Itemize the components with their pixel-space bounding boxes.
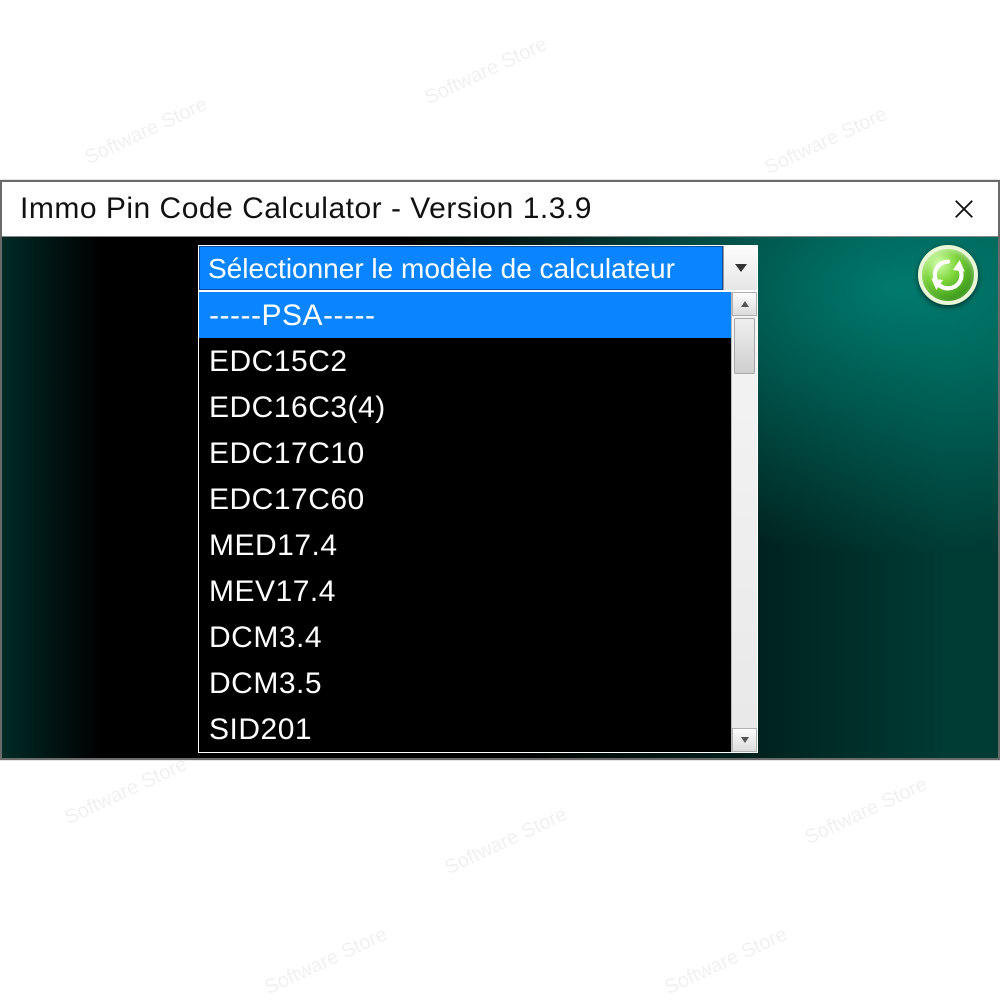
window-title: Immo Pin Code Calculator - Version 1.3.9: [20, 192, 592, 226]
dropdown-list[interactable]: -----PSA-----EDC15C2EDC16C3(4)EDC17C10ED…: [198, 291, 758, 753]
scroll-up-button[interactable]: [732, 292, 757, 316]
close-icon: [953, 198, 975, 220]
combobox-head[interactable]: Sélectionner le modèle de calculateur: [199, 246, 757, 290]
refresh-button[interactable]: [918, 245, 978, 305]
combobox-dropdown-button[interactable]: [723, 246, 757, 290]
scrollbar[interactable]: [731, 292, 757, 752]
dropdown-item[interactable]: EDC15C2: [199, 338, 731, 384]
app-window: Immo Pin Code Calculator - Version 1.3.9…: [0, 180, 1000, 760]
client-area: Sélectionner le modèle de calculateur --…: [2, 237, 998, 758]
dropdown-item[interactable]: MEV17.4: [199, 568, 731, 614]
dropdown-item[interactable]: SID201: [199, 706, 731, 752]
scroll-down-button[interactable]: [732, 728, 757, 752]
chevron-down-icon: [740, 736, 750, 744]
dropdown-items-container: -----PSA-----EDC15C2EDC16C3(4)EDC17C10ED…: [199, 292, 731, 752]
dropdown-item[interactable]: EDC17C10: [199, 430, 731, 476]
chevron-down-icon: [734, 263, 748, 273]
combobox-text: Sélectionner le modèle de calculateur: [199, 246, 723, 290]
dropdown-item[interactable]: EDC17C60: [199, 476, 731, 522]
titlebar: Immo Pin Code Calculator - Version 1.3.9: [2, 182, 998, 237]
dropdown-item[interactable]: EDC16C3(4): [199, 384, 731, 430]
dropdown-item[interactable]: DCM3.4: [199, 614, 731, 660]
dropdown-item[interactable]: MED17.4: [199, 522, 731, 568]
scroll-thumb[interactable]: [734, 318, 755, 374]
dropdown-item[interactable]: DCM3.5: [199, 660, 731, 706]
close-button[interactable]: [944, 189, 984, 229]
model-combobox[interactable]: Sélectionner le modèle de calculateur: [198, 245, 758, 291]
dropdown-item[interactable]: -----PSA-----: [199, 292, 731, 338]
refresh-icon: [928, 255, 968, 295]
chevron-up-icon: [740, 300, 750, 308]
